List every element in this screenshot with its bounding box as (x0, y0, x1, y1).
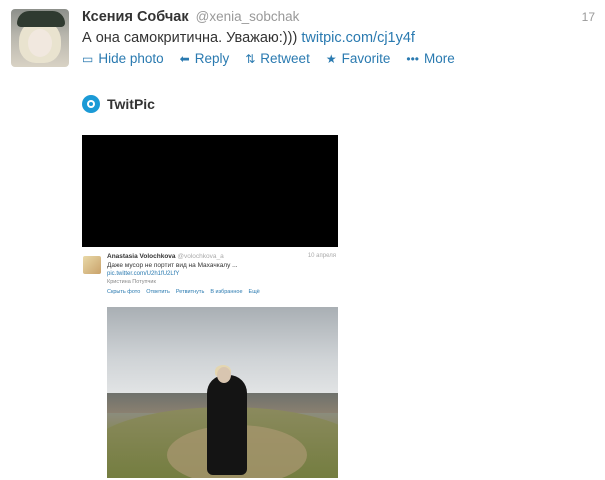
retweet-label: Retweet (260, 51, 310, 66)
embedded-action: В избранное (210, 289, 243, 295)
author-name[interactable]: Ксения Собчак (82, 9, 189, 25)
media-provider[interactable]: TwitPic (82, 95, 155, 113)
embedded-photo[interactable]: Anastasia Volochkova @volochkova_a 10 ап… (82, 135, 338, 478)
embedded-link: pic.twitter.com/U2h1fU2LfY (107, 271, 180, 277)
embedded-actions: Скрыть фото Ответить Ретвитнуть В избран… (107, 289, 260, 295)
tweet-link[interactable]: twitpic.com/cj1y4f (301, 30, 415, 46)
embedded-action: Скрыть фото (107, 289, 141, 295)
tweet-actions: ▭ Hide photo ⬅ Reply ⇅ Retweet ★ Favorit… (82, 51, 455, 66)
media-provider-name: TwitPic (107, 96, 155, 112)
embedded-place: Кристина Потупчик (107, 279, 156, 285)
embedded-action: Ещё (248, 289, 260, 295)
embedded-action: Ретвитнуть (175, 289, 205, 295)
embedded-timestamp: 10 апреля (307, 253, 336, 259)
more-dots-icon: ••• (406, 51, 419, 66)
favorite-label: Favorite (341, 51, 391, 66)
embedded-tweet: Anastasia Volochkova @volochkova_a 10 ап… (82, 247, 338, 478)
twitpic-logo-icon (82, 95, 100, 113)
star-icon: ★ (325, 51, 337, 66)
reply-icon: ⬅ (179, 51, 190, 66)
avatar-cap (17, 11, 65, 27)
embedded-author-name: Anastasia Volochkova (107, 253, 176, 260)
author-header: Ксения Собчак @xenia_sobchak (82, 9, 299, 25)
embedded-text: Даже мусор не портит вид на Махачкалу ..… (107, 262, 238, 269)
reply-label: Reply (194, 51, 230, 66)
tweet-body: А она самокритична. Уважаю:))) (82, 30, 298, 46)
tweet-timestamp[interactable]: 17 (582, 10, 595, 24)
hide-photo-button[interactable]: ▭ Hide photo (82, 51, 164, 66)
embedded-author-handle: @volochkova_a (177, 253, 224, 260)
avatar-face (28, 29, 52, 57)
tweet-text: А она самокритична. Уважаю:))) twitpic.c… (82, 30, 415, 46)
author-handle[interactable]: @xenia_sobchak (196, 9, 300, 24)
hide-photo-label: Hide photo (98, 51, 164, 66)
photo-person-head (217, 367, 231, 383)
embedded-landscape-photo (107, 307, 338, 478)
reply-button[interactable]: ⬅ Reply (180, 51, 230, 66)
embedded-author: Anastasia Volochkova @volochkova_a (107, 253, 224, 260)
author-avatar[interactable] (11, 9, 69, 67)
retweet-button[interactable]: ⇅ Retweet (245, 51, 310, 66)
embedded-action: Ответить (146, 289, 170, 295)
embedded-avatar (83, 256, 101, 274)
favorite-button[interactable]: ★ Favorite (326, 51, 391, 66)
black-banner (82, 135, 338, 247)
photo-icon: ▭ (82, 51, 94, 66)
photo-person (207, 375, 247, 475)
more-button[interactable]: ••• More (406, 51, 454, 66)
retweet-icon: ⇅ (245, 51, 256, 66)
more-label: More (423, 51, 455, 66)
